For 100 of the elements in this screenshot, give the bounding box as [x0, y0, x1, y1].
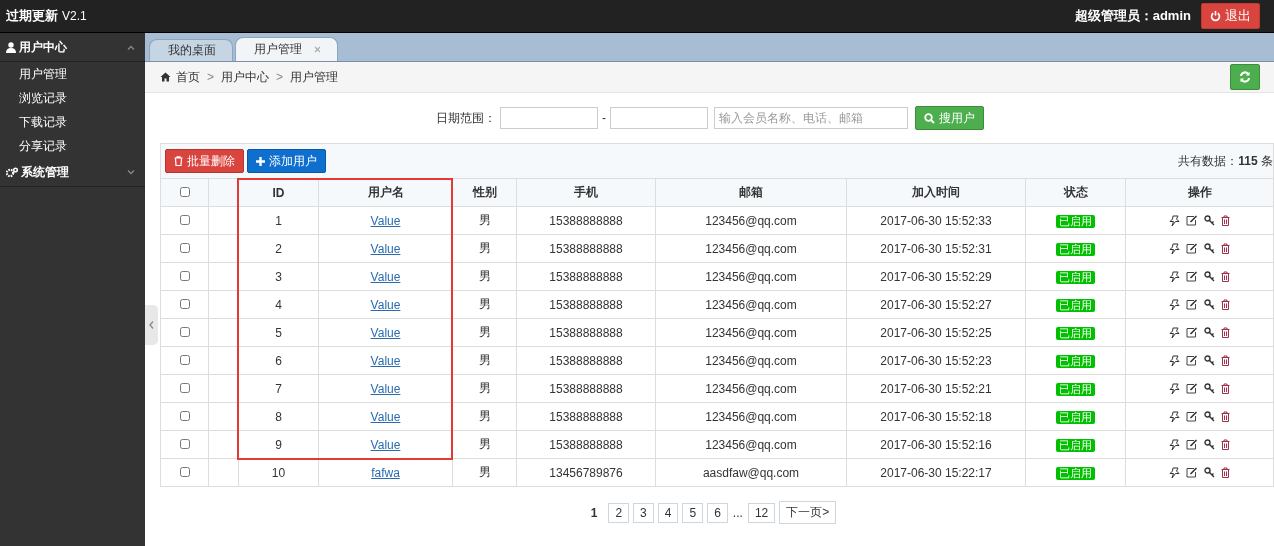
page-link[interactable]: 5 — [682, 502, 704, 523]
trash-icon[interactable] — [1221, 383, 1230, 394]
row-checkbox[interactable] — [179, 410, 190, 421]
table-cell: 2017-06-30 15:52:18 — [880, 409, 992, 424]
table-cell: 123456@qq.com — [705, 269, 797, 284]
username-link[interactable]: Value — [370, 381, 401, 396]
start-date-field[interactable] — [500, 107, 598, 129]
username-link[interactable]: Value — [370, 213, 401, 228]
row-checkbox[interactable] — [179, 382, 190, 393]
sidebar-item[interactable]: 浏览记录 — [0, 86, 145, 110]
column-header: 邮箱 — [739, 185, 763, 199]
keyword-search-field[interactable]: 输入会员名称、电话、邮箱 — [714, 107, 908, 129]
breadcrumb-link[interactable]: 用户管理 — [290, 68, 339, 86]
trash-icon — [174, 156, 183, 166]
table-cell: 4 — [275, 297, 282, 312]
username-link[interactable]: Value — [370, 269, 401, 284]
status-badge: 已启用 — [1056, 298, 1095, 312]
key-icon[interactable] — [1204, 299, 1215, 310]
page-link[interactable]: 2 — [608, 502, 630, 523]
pin-icon[interactable] — [1169, 382, 1180, 395]
key-icon[interactable] — [1204, 467, 1215, 478]
edit-icon[interactable] — [1186, 243, 1198, 254]
row-checkbox[interactable] — [179, 298, 190, 309]
username-link[interactable]: Value — [370, 297, 401, 312]
trash-icon[interactable] — [1221, 327, 1230, 338]
refresh-button[interactable] — [1230, 64, 1260, 90]
table-cell: 123456@qq.com — [705, 353, 797, 368]
username-link[interactable]: fafwa — [371, 465, 400, 480]
status-badge: 已启用 — [1056, 242, 1095, 256]
logout-button[interactable]: 退出 — [1201, 3, 1260, 29]
edit-icon[interactable] — [1186, 271, 1198, 282]
pin-icon[interactable] — [1169, 214, 1180, 227]
username-link[interactable]: Value — [370, 325, 401, 340]
trash-icon[interactable] — [1221, 411, 1230, 422]
trash-icon[interactable] — [1221, 439, 1230, 450]
pin-icon[interactable] — [1169, 242, 1180, 255]
username-link[interactable]: Value — [370, 437, 401, 452]
sidebar-item[interactable]: 用户管理 — [0, 62, 145, 86]
page-link[interactable]: 3 — [633, 502, 654, 523]
pin-icon[interactable] — [1169, 298, 1180, 311]
row-checkbox[interactable] — [179, 354, 190, 365]
breadcrumb-link[interactable]: 首页 — [176, 68, 200, 86]
sidebar-collapse-handle[interactable] — [145, 305, 158, 345]
trash-icon[interactable] — [1221, 299, 1230, 310]
batch-delete-button[interactable]: 批量删除 — [165, 149, 244, 173]
row-checkbox[interactable] — [179, 466, 190, 477]
pin-icon[interactable] — [1169, 410, 1180, 423]
key-icon[interactable] — [1204, 271, 1215, 282]
table-cell: 1 — [275, 213, 282, 228]
page-link[interactable]: 1 — [583, 502, 605, 523]
sidebar-item[interactable]: 分享记录 — [0, 134, 145, 158]
key-icon[interactable] — [1204, 355, 1215, 366]
row-checkbox[interactable] — [179, 270, 190, 281]
page-link[interactable]: 4 — [657, 502, 679, 523]
key-icon[interactable] — [1204, 243, 1215, 254]
next-page-link[interactable]: 下一页> — [779, 501, 837, 524]
key-icon[interactable] — [1204, 383, 1215, 394]
edit-icon[interactable] — [1186, 411, 1198, 422]
table-cell: 123456@qq.com — [705, 325, 797, 340]
key-icon[interactable] — [1204, 439, 1215, 450]
table-cell: 15388888888 — [549, 381, 623, 396]
column-header: 加入时间 — [912, 185, 960, 199]
edit-icon[interactable] — [1186, 299, 1198, 310]
pin-icon[interactable] — [1169, 354, 1180, 367]
page-link[interactable]: 6 — [707, 502, 728, 523]
edit-icon[interactable] — [1186, 215, 1198, 226]
key-icon[interactable] — [1204, 411, 1215, 422]
row-checkbox[interactable] — [179, 326, 190, 337]
sidebar-item[interactable]: 下载记录 — [0, 110, 145, 134]
trash-icon[interactable] — [1221, 271, 1230, 282]
edit-icon[interactable] — [1186, 355, 1198, 366]
tab[interactable]: 用户管理 — [235, 37, 338, 61]
pin-icon[interactable] — [1169, 326, 1180, 339]
page-link[interactable]: 12 — [747, 502, 776, 523]
username-link[interactable]: Value — [370, 409, 401, 424]
pin-icon[interactable] — [1169, 270, 1180, 283]
select-all-checkbox[interactable] — [179, 186, 190, 197]
key-icon[interactable] — [1204, 327, 1215, 338]
edit-icon[interactable] — [1186, 467, 1198, 478]
breadcrumb-link[interactable]: 用户中心 — [221, 68, 269, 86]
edit-icon[interactable] — [1186, 439, 1198, 450]
key-icon[interactable] — [1204, 215, 1215, 226]
table-cell: 男 — [478, 465, 491, 479]
row-checkbox[interactable] — [179, 214, 190, 225]
trash-icon[interactable] — [1221, 243, 1230, 254]
row-checkbox[interactable] — [179, 438, 190, 449]
end-date-field[interactable] — [610, 107, 708, 129]
pin-icon[interactable] — [1169, 438, 1180, 451]
edit-icon[interactable] — [1186, 383, 1198, 394]
tab[interactable]: 我的桌面 — [149, 39, 233, 61]
page-ellipsis: ... — [731, 505, 744, 520]
trash-icon[interactable] — [1221, 355, 1230, 366]
add-user-button[interactable]: 添加用户 — [247, 149, 326, 173]
username-link[interactable]: Value — [370, 241, 401, 256]
pin-icon[interactable] — [1169, 466, 1180, 479]
edit-icon[interactable] — [1186, 327, 1198, 338]
row-checkbox[interactable] — [179, 242, 190, 253]
trash-icon[interactable] — [1221, 215, 1230, 226]
trash-icon[interactable] — [1221, 467, 1230, 478]
username-link[interactable]: Value — [370, 353, 401, 368]
